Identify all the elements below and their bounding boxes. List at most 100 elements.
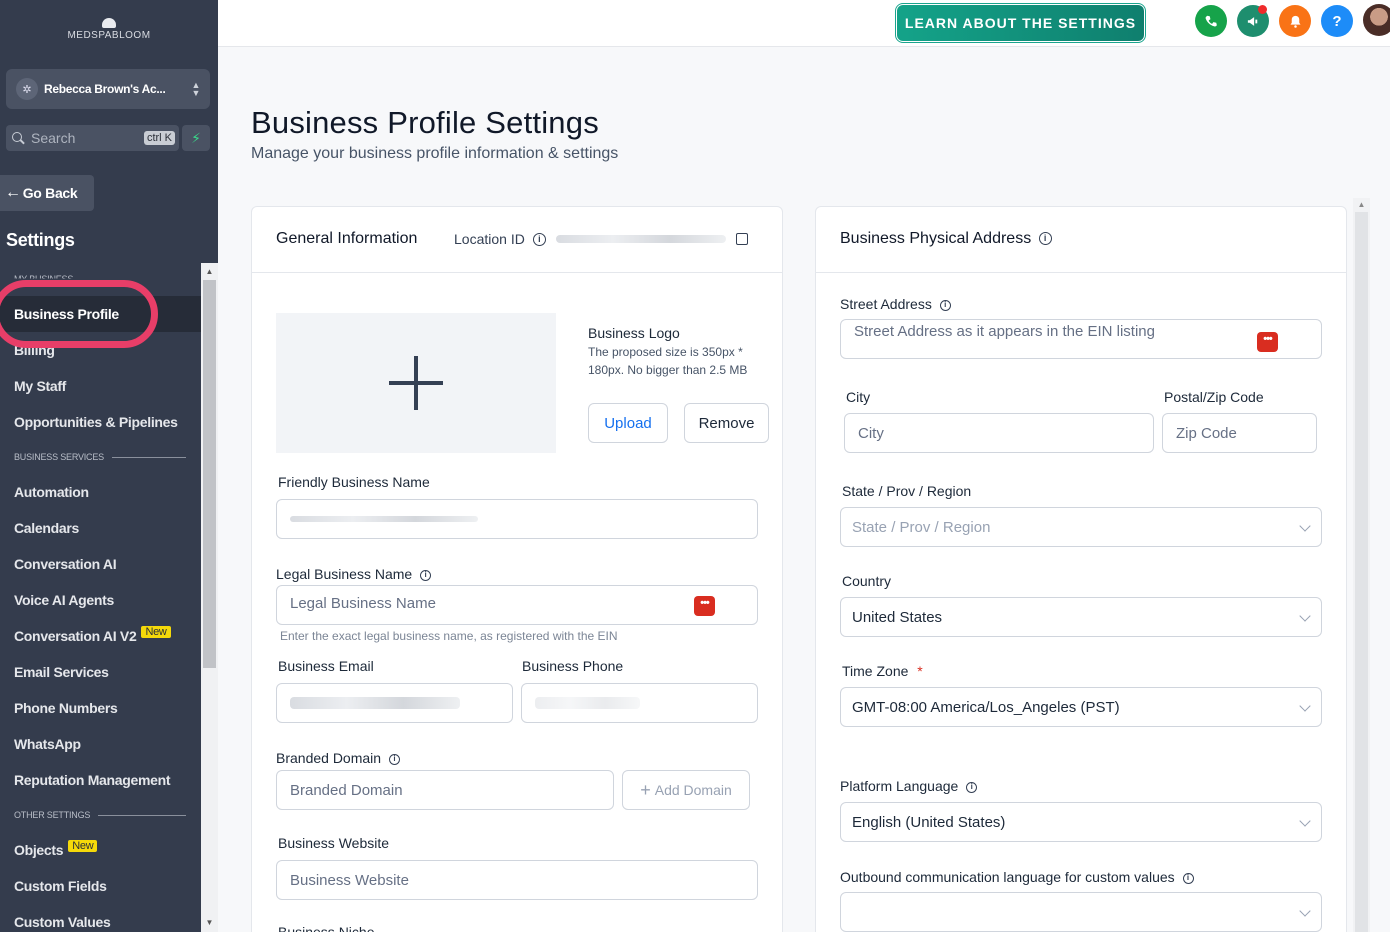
search-shortcut: ctrl K: [143, 131, 175, 145]
bell-icon[interactable]: [1279, 5, 1311, 37]
legal-name-input[interactable]: Legal Business Name •••: [276, 585, 758, 625]
more-dots-icon[interactable]: •••: [694, 596, 715, 616]
niche-label: Business Niche: [278, 924, 375, 932]
country-select[interactable]: United States: [840, 597, 1322, 637]
sidebar-item-phone-numbers[interactable]: Phone Numbers: [14, 700, 118, 716]
megaphone-icon[interactable]: [1237, 5, 1269, 37]
settings-nav: MY BUSINESS Business Profile Billing My …: [0, 262, 201, 932]
learn-settings-button[interactable]: LEARN ABOUT THE SETTINGS: [895, 3, 1146, 43]
notification-dot: [1258, 5, 1267, 14]
sidebar-item-whatsapp[interactable]: WhatsApp: [14, 736, 81, 752]
sidebar-item-automation[interactable]: Automation: [14, 484, 89, 500]
sidebar: MEDSPABLOOM ✲ Rebecca Brown's Ac... ▲ ▼ S…: [0, 0, 218, 932]
redacted-value: [535, 697, 640, 709]
page-subtitle: Manage your business profile information…: [251, 145, 619, 162]
card-title: General Information: [276, 230, 418, 247]
business-email-input[interactable]: [276, 683, 513, 723]
chevron-down-icon: [1299, 700, 1311, 712]
email-label: Business Email: [278, 658, 374, 674]
sidebar-item-my-staff[interactable]: My Staff: [14, 378, 66, 394]
zip-input[interactable]: Zip Code: [1162, 413, 1317, 453]
legal-name-helper: Enter the exact legal business name, as …: [280, 629, 618, 643]
upload-button[interactable]: Upload: [588, 403, 668, 443]
remove-button[interactable]: Remove: [684, 403, 769, 443]
business-phone-input[interactable]: [521, 683, 758, 723]
annotation-highlight-ring: [0, 280, 158, 348]
search-icon: [12, 132, 24, 144]
sidebar-item-custom-fields[interactable]: Custom Fields: [14, 878, 107, 894]
state-label: State / Prov / Region: [842, 483, 972, 499]
logo-title: Business Logo: [588, 325, 680, 341]
content-scrollbar[interactable]: ▲: [1353, 198, 1370, 932]
required-asterisk: *: [917, 663, 923, 679]
add-domain-button[interactable]: + Add Domain: [622, 770, 750, 810]
sidebar-item-custom-values[interactable]: Custom Values: [14, 914, 111, 930]
redacted-value: [290, 697, 460, 709]
logo-dropzone[interactable]: [276, 313, 556, 453]
account-switcher[interactable]: ✲ Rebecca Brown's Ac... ▲ ▼: [6, 69, 210, 109]
friendly-name-input[interactable]: [276, 499, 758, 539]
more-dots-icon[interactable]: •••: [1257, 332, 1278, 352]
scrollbar-thumb[interactable]: [1355, 212, 1368, 932]
card-header: General Information Location ID i: [252, 207, 782, 273]
info-icon[interactable]: i: [939, 299, 951, 311]
timezone-select[interactable]: GMT-08:00 America/Los_Angeles (PST): [840, 687, 1322, 727]
settings-title: Settings: [6, 230, 75, 250]
user-avatar[interactable]: [1363, 4, 1390, 36]
outbound-language-select[interactable]: [840, 892, 1322, 932]
friendly-name-label: Friendly Business Name: [278, 474, 430, 490]
sidebar-item-voice-ai[interactable]: Voice AI Agents: [14, 592, 114, 608]
plus-icon: [389, 356, 443, 410]
state-select[interactable]: State / Prov / Region: [840, 507, 1322, 547]
branded-domain-input[interactable]: Branded Domain: [276, 770, 614, 810]
sidebar-item-email-services[interactable]: Email Services: [14, 664, 109, 680]
info-icon[interactable]: i: [420, 569, 432, 581]
sidebar-scrollbar[interactable]: ▲ ▼: [201, 263, 218, 932]
arrow-left-icon: ←: [5, 184, 21, 201]
sidebar-search[interactable]: Search ctrl K: [6, 125, 179, 151]
info-icon[interactable]: i: [388, 753, 400, 765]
info-icon[interactable]: i: [1182, 872, 1194, 884]
info-icon[interactable]: i: [966, 781, 978, 793]
page-title: Business Profile Settings: [251, 105, 599, 140]
sidebar-item-opportunities[interactable]: Opportunities & Pipelines: [14, 414, 178, 430]
go-back-button[interactable]: ← Go Back: [0, 175, 94, 211]
section-label-business-services: BUSINESS SERVICES: [14, 452, 186, 462]
info-icon[interactable]: i: [532, 232, 546, 246]
help-icon[interactable]: ?: [1321, 5, 1353, 37]
logo-icon: [102, 18, 116, 28]
city-input[interactable]: City: [844, 413, 1154, 453]
brand-logo[interactable]: MEDSPABLOOM: [0, 18, 218, 41]
logo-hint-line-1: The proposed size is 350px *: [588, 345, 743, 359]
new-badge: New: [141, 626, 171, 638]
phone-label: Business Phone: [522, 658, 624, 674]
new-badge: New: [68, 840, 98, 852]
plus-icon: +: [640, 779, 651, 800]
sidebar-item-calendars[interactable]: Calendars: [14, 520, 79, 536]
city-label: City: [846, 389, 871, 405]
timezone-label: Time Zone *: [842, 663, 923, 679]
account-icon: ✲: [16, 78, 38, 100]
platform-language-label: Platform Language i: [840, 778, 978, 794]
street-address-input[interactable]: Street Address as it appears in the EIN …: [840, 319, 1322, 359]
account-name: Rebecca Brown's Ac...: [44, 82, 166, 96]
scrollbar-thumb[interactable]: [203, 280, 216, 668]
phone-icon[interactable]: [1195, 5, 1227, 37]
website-label: Business Website: [278, 835, 390, 851]
copy-icon[interactable]: [735, 233, 748, 245]
platform-language-select[interactable]: English (United States): [840, 802, 1322, 842]
quick-action-bolt-icon[interactable]: ⚡: [182, 125, 210, 151]
location-id: Location ID i: [454, 231, 748, 247]
scroll-down-icon[interactable]: ▼: [201, 916, 218, 930]
location-id-value-redacted: [555, 235, 726, 243]
address-card: Business Physical Address i Street Addre…: [815, 206, 1347, 932]
scroll-up-icon[interactable]: ▲: [1353, 198, 1370, 212]
sidebar-item-objects[interactable]: Objects New: [14, 840, 98, 858]
top-bar: LEARN ABOUT THE SETTINGS ?: [218, 0, 1390, 47]
business-website-input[interactable]: Business Website: [276, 860, 758, 900]
sidebar-item-conversation-ai-v2[interactable]: Conversation AI V2 New: [14, 626, 171, 644]
sidebar-item-reputation[interactable]: Reputation Management: [14, 772, 171, 788]
scroll-up-icon[interactable]: ▲: [201, 265, 218, 279]
sidebar-item-conversation-ai[interactable]: Conversation AI: [14, 556, 117, 572]
info-icon[interactable]: i: [1038, 232, 1052, 246]
